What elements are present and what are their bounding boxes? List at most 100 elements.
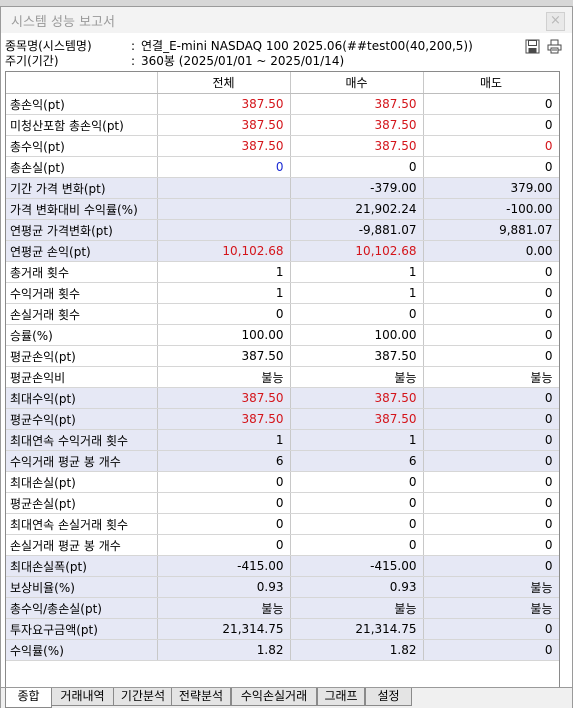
cell-buy: 387.50 (290, 408, 424, 430)
cell-buy: 10,102.68 (290, 240, 424, 262)
cell-buy: 100.00 (290, 324, 424, 346)
header-total[interactable]: 전체 (157, 72, 291, 94)
period-colon: : (131, 54, 136, 68)
cell-sell: 0 (423, 93, 559, 115)
cell-buy: 387.50 (290, 345, 424, 367)
info-panel: 종목명(시스템명): 연결_E-mini NASDAQ 100 2025.06(#… (1, 35, 572, 69)
row-label: 최대손실폭(pt) (6, 555, 158, 577)
cell-buy: 1.82 (290, 639, 424, 661)
cell-total: 387.50 (157, 408, 291, 430)
cell-buy: 6 (290, 450, 424, 472)
tab-1[interactable]: 거래내역 (51, 688, 114, 706)
table-row[interactable]: 수익률(%) 1.82 1.82 0 (6, 639, 559, 661)
table-row[interactable]: 총수익/총손실(pt) 불능 불능 불능 (6, 597, 559, 619)
cell-total (157, 177, 291, 199)
table-row[interactable]: 승률(%) 100.00 100.00 0 (6, 324, 559, 346)
cell-buy: 0 (290, 156, 424, 178)
cell-total: 0 (157, 471, 291, 493)
cell-sell: 0 (423, 324, 559, 346)
table-row[interactable]: 투자요구금액(pt) 21,314.75 21,314.75 0 (6, 618, 559, 640)
cell-total (157, 219, 291, 241)
cell-total: 387.50 (157, 135, 291, 157)
cell-sell: 0 (423, 471, 559, 493)
table-row[interactable]: 보상비율(%) 0.93 0.93 불능 (6, 576, 559, 598)
row-label: 손실거래 평균 봉 개수 (6, 534, 158, 556)
table-row[interactable]: 가격 변화대비 수익률(%) 21,902.24 -100.00 (6, 198, 559, 220)
table-row[interactable]: 손실거래 횟수 0 0 0 (6, 303, 559, 325)
cell-buy: 1 (290, 261, 424, 283)
title-bar[interactable]: 시스템 성능 보고서 × (1, 7, 572, 33)
cell-total: 1.82 (157, 639, 291, 661)
table-row[interactable]: 총수익(pt) 387.50 387.50 0 (6, 135, 559, 157)
table-body: 총손익(pt) 387.50 387.50 0 미청산포함 총손익(pt) 387.50 3… (6, 93, 559, 661)
header-buy[interactable]: 매수 (290, 72, 424, 94)
cell-sell: 0 (423, 450, 559, 472)
performance-grid[interactable]: 전체 매수 매도 총손익(pt) 387.50 387.50 0 미청산포함 총손익(p… (5, 71, 560, 691)
table-row[interactable]: 총거래 횟수 1 1 0 (6, 261, 559, 283)
header-sell[interactable]: 매도 (423, 72, 559, 94)
table-row[interactable]: 연평균 손익(pt) 10,102.68 10,102.68 0.00 (6, 240, 559, 262)
report-toolbar (525, 39, 565, 57)
cell-sell: 0 (423, 303, 559, 325)
table-row[interactable]: 연평균 가격변화(pt) -9,881.07 9,881.07 (6, 219, 559, 241)
cell-buy: -9,881.07 (290, 219, 424, 241)
table-row[interactable]: 수익거래 횟수 1 1 0 (6, 282, 559, 304)
cell-buy: 21,902.24 (290, 198, 424, 220)
table-row[interactable]: 평균손익비 불능 불능 불능 (6, 366, 559, 388)
symbol-value: 연결_E-mini NASDAQ 100 2025.06(##test00(40… (141, 39, 473, 53)
table-row[interactable]: 최대수익(pt) 387.50 387.50 0 (6, 387, 559, 409)
table-row[interactable]: 손실거래 평균 봉 개수 0 0 0 (6, 534, 559, 556)
cell-sell: 0 (423, 639, 559, 661)
cell-buy: 0 (290, 492, 424, 514)
cell-total: 불능 (157, 366, 291, 388)
table-row[interactable]: 수익거래 평균 봉 개수 6 6 0 (6, 450, 559, 472)
row-label: 수익거래 평균 봉 개수 (6, 450, 158, 472)
row-label: 총손익(pt) (6, 93, 158, 115)
cell-buy: 21,314.75 (290, 618, 424, 640)
symbol-row: 종목명(시스템명): 연결_E-mini NASDAQ 100 2025.06(#… (5, 37, 473, 53)
row-label: 총수익/총손실(pt) (6, 597, 158, 619)
cell-buy: 0.93 (290, 576, 424, 598)
cell-buy: 불능 (290, 597, 424, 619)
table-row[interactable]: 평균수익(pt) 387.50 387.50 0 (6, 408, 559, 430)
table-row[interactable]: 총손익(pt) 387.50 387.50 0 (6, 93, 559, 115)
table-row[interactable]: 평균손실(pt) 0 0 0 (6, 492, 559, 514)
print-icon[interactable] (547, 39, 562, 54)
cell-total: 1 (157, 282, 291, 304)
table-row[interactable]: 최대손실폭(pt) -415.00 -415.00 0 (6, 555, 559, 577)
cell-buy: 387.50 (290, 135, 424, 157)
tab-2[interactable]: 기간분석 (113, 688, 173, 706)
row-label: 최대수익(pt) (6, 387, 158, 409)
tab-4[interactable]: 수익손실거래 (231, 688, 317, 706)
row-label: 보상비율(%) (6, 576, 158, 598)
cell-sell: 불능 (423, 366, 559, 388)
period-value: 360봉 (2025/01/01 ~ 2025/01/14) (141, 54, 345, 68)
cell-sell: 불능 (423, 597, 559, 619)
tab-6[interactable]: 설정 (365, 688, 412, 706)
table-row[interactable]: 평균손익(pt) 387.50 387.50 0 (6, 345, 559, 367)
cell-buy: -379.00 (290, 177, 424, 199)
cell-total: 0 (157, 534, 291, 556)
save-icon[interactable] (525, 39, 540, 54)
cell-sell: 0 (423, 135, 559, 157)
close-button[interactable]: × (546, 12, 565, 31)
cell-sell: 0 (423, 534, 559, 556)
cell-buy: 0 (290, 534, 424, 556)
period-row: 주기(기간):360봉 (2025/01/01 ~ 2025/01/14) (5, 52, 344, 68)
table-row[interactable]: 미청산포함 총손익(pt) 387.50 387.50 0 (6, 114, 559, 136)
row-label: 연평균 가격변화(pt) (6, 219, 158, 241)
cell-sell: 0 (423, 429, 559, 451)
table-row[interactable]: 기간 가격 변화(pt) -379.00 379.00 (6, 177, 559, 199)
tab-0[interactable]: 종합 (5, 688, 52, 708)
tab-3[interactable]: 전략분석 (171, 688, 231, 706)
cell-sell: 0 (423, 156, 559, 178)
cell-total: 1 (157, 261, 291, 283)
tab-5[interactable]: 그래프 (317, 688, 365, 706)
window-title: 시스템 성능 보고서 (11, 15, 115, 30)
table-row[interactable]: 최대연속 수익거래 횟수 1 1 0 (6, 429, 559, 451)
row-label: 미청산포함 총손익(pt) (6, 114, 158, 136)
cell-total: 21,314.75 (157, 618, 291, 640)
table-row[interactable]: 최대손실(pt) 0 0 0 (6, 471, 559, 493)
table-row[interactable]: 최대연속 손실거래 횟수 0 0 0 (6, 513, 559, 535)
table-row[interactable]: 총손실(pt) 0 0 0 (6, 156, 559, 178)
